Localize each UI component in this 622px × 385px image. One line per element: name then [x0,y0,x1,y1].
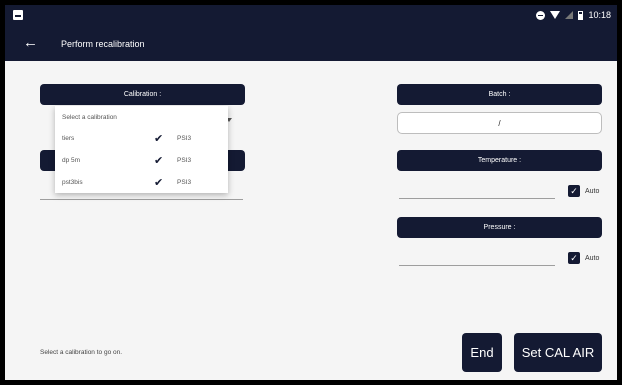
set-cal-air-button[interactable]: Set CAL AIR [514,333,602,372]
calibration-placeholder: Select a calibration [62,114,117,121]
calibration-option-pst3bis[interactable]: pst3bis ✔ PSI3 [55,172,228,194]
calibration-dropdown-menu: Select a calibration tiers ✔ PSI3 dp 5m … [55,106,228,193]
do-not-disturb-icon [536,10,546,20]
batch-label: Batch : [397,84,602,105]
app-frame: 10:18 ← Perform recalibration Calibratio… [0,0,622,385]
wifi-icon [550,11,561,19]
battery-icon [578,10,584,20]
check-icon: ✔ [154,133,164,145]
calibration-field-underline [40,199,243,200]
check-icon: ✔ [154,155,164,167]
app-notification-icon [13,10,23,20]
temperature-label: Temperature : [397,150,602,171]
temperature-auto-checkbox[interactable]: ✓ [568,185,580,197]
app-bar: ← Perform recalibration [5,27,617,61]
option-name: pst3bis [62,179,83,186]
calibration-option-tiers[interactable]: tiers ✔ PSI3 [55,128,228,150]
temperature-auto-label: Auto [585,188,600,195]
temperature-input[interactable] [399,198,555,199]
check-icon: ✔ [154,177,164,189]
pressure-auto-checkbox[interactable]: ✓ [568,252,580,264]
page-title: Perform recalibration [61,39,145,49]
end-button[interactable]: End [462,333,502,372]
option-name: tiers [62,135,75,142]
option-tag: PSI3 [177,135,192,142]
pressure-label: Pressure : [397,217,602,238]
option-name: dp 5m [62,157,81,164]
option-tag: PSI3 [177,157,192,164]
batch-input[interactable]: / [397,112,602,134]
status-icons: 10:18 [536,8,611,22]
arrow-left-icon[interactable]: ← [23,35,39,51]
option-tag: PSI3 [177,179,192,186]
status-bar: 10:18 [5,5,617,27]
calibration-label: Calibration : [40,84,245,105]
calibration-option-dp-5m[interactable]: dp 5m ✔ PSI3 [55,150,228,172]
status-time: 10:18 [588,10,611,20]
pressure-input[interactable] [399,265,555,266]
signal-icon [565,11,574,19]
pressure-auto-label: Auto [585,255,600,262]
hint-text: Select a calibration to go on. [40,349,123,356]
